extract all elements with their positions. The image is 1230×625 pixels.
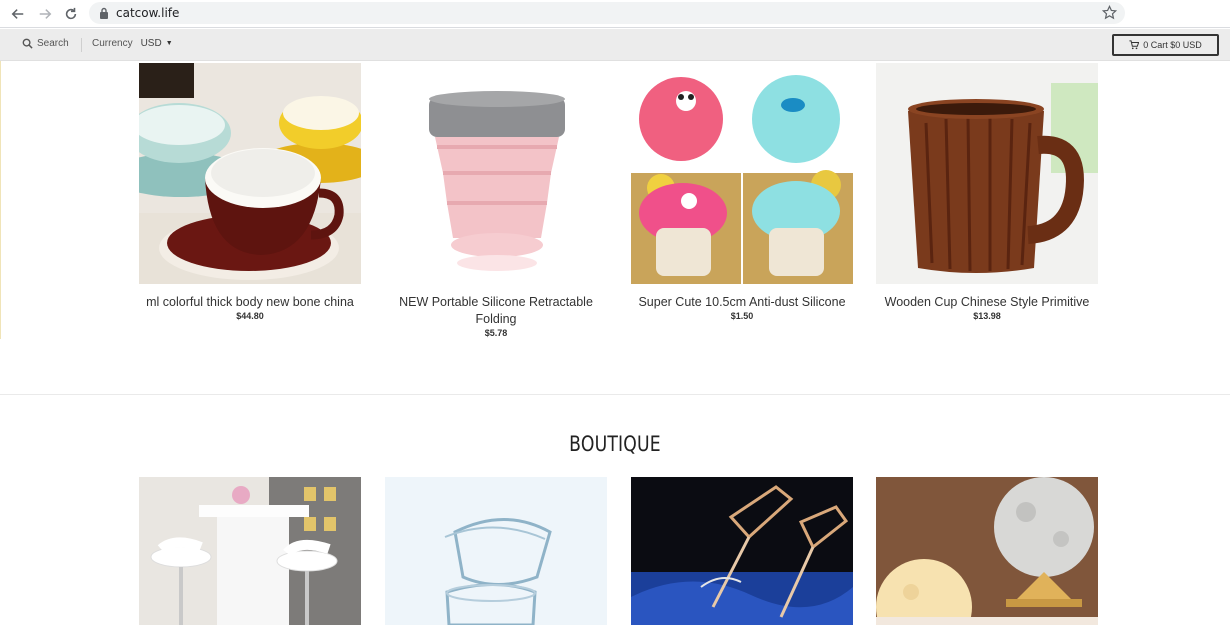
product-name[interactable]: ml colorful thick body new bone china	[139, 294, 361, 311]
product-image-silicone-lids[interactable]	[631, 63, 853, 284]
caret-down-icon: ▼	[165, 40, 173, 47]
currency-label: Currency	[92, 38, 133, 49]
back-arrow-icon[interactable]	[9, 5, 27, 23]
currency-selector[interactable]: Currency USD ▼	[92, 38, 173, 49]
cart-icon	[1129, 40, 1140, 50]
product-price: $5.78	[484, 328, 508, 338]
product-image-silicone-cup[interactable]	[385, 63, 607, 284]
forward-arrow-icon[interactable]	[36, 5, 54, 23]
product-image-bone-china-cups[interactable]	[139, 63, 361, 284]
product-price: $13.98	[973, 311, 1001, 321]
boutique-tile-champagne-glasses[interactable]	[631, 477, 853, 625]
cart-label: 0 Cart $0 USD	[1143, 40, 1202, 50]
product-card[interactable]: ml colorful thick body new bone china $4…	[139, 63, 361, 322]
address-bar[interactable]: catcow.life	[89, 2, 1125, 24]
search-link[interactable]: Search	[22, 38, 69, 49]
search-icon	[22, 38, 33, 49]
product-image-wooden-cup[interactable]	[876, 63, 1098, 284]
cart-button[interactable]: 0 Cart $0 USD	[1112, 34, 1219, 56]
header-divider	[81, 38, 82, 52]
lock-icon	[100, 7, 108, 19]
search-label: Search	[37, 38, 69, 49]
url-text: catcow.life	[116, 6, 180, 20]
boutique-heading: BOUTIQUE	[569, 432, 661, 456]
boutique-tile-moon-lamp[interactable]	[876, 477, 1098, 625]
shop-header: Search Currency USD ▼ 0 Cart $0 USD	[0, 29, 1230, 61]
product-price: $1.50	[730, 311, 754, 321]
currency-value[interactable]: USD	[141, 38, 162, 49]
boutique-tile-glass-cups[interactable]	[385, 477, 607, 625]
section-divider	[0, 394, 1230, 395]
product-card[interactable]: NEW Portable Silicone Retractable Foldin…	[385, 63, 607, 339]
product-name[interactable]: NEW Portable Silicone Retractable Foldin…	[385, 294, 607, 328]
product-price: $44.80	[236, 311, 264, 321]
page-edge-line	[0, 61, 1, 339]
reload-icon[interactable]	[62, 5, 80, 23]
product-name[interactable]: Super Cute 10.5cm Anti-dust Silicone	[631, 294, 853, 311]
star-icon[interactable]	[1102, 5, 1117, 20]
product-card[interactable]: Wooden Cup Chinese Style Primitive $13.9…	[876, 63, 1098, 322]
browser-toolbar: catcow.life	[0, 0, 1230, 28]
product-card[interactable]: Super Cute 10.5cm Anti-dust Silicone $1.…	[631, 63, 853, 322]
product-name[interactable]: Wooden Cup Chinese Style Primitive	[876, 294, 1098, 311]
boutique-tile-bar-stools[interactable]	[139, 477, 361, 625]
